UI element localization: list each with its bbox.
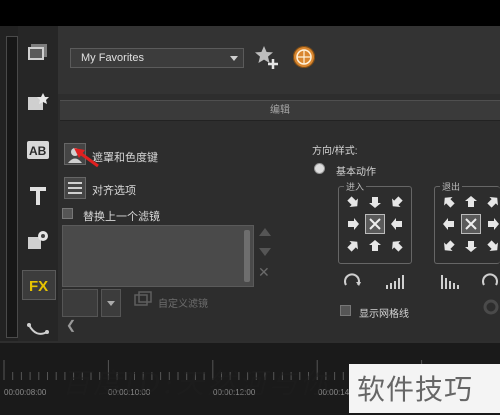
enter-e-arrow-icon[interactable]: [387, 214, 407, 234]
svg-text:FX: FX: [29, 278, 48, 294]
direction-style-label: 方向/样式:: [312, 146, 358, 157]
edit-tab-label: 编辑: [270, 105, 290, 116]
enter-sw-arrow-icon[interactable]: [343, 236, 363, 256]
library-toolbar: AB FX: [18, 26, 58, 341]
remove-filter-icon[interactable]: ✕: [258, 264, 270, 281]
timestamp-0: 00:00:08:00: [4, 388, 47, 397]
enter-c-center-icon[interactable]: [365, 214, 385, 234]
preview-edge: [0, 26, 19, 341]
replace-filter-checkbox[interactable]: [62, 208, 73, 219]
enter-n-arrow-icon[interactable]: [365, 192, 385, 212]
show-grid-checkbox[interactable]: [340, 305, 351, 316]
red-arrow-icon: [74, 148, 99, 168]
fx-icon[interactable]: FX: [22, 270, 56, 300]
rotate-icon[interactable]: [343, 273, 363, 289]
star-add-icon[interactable]: [254, 44, 280, 70]
chevron-down-icon: [230, 56, 238, 61]
applied-filter-list[interactable]: [62, 225, 254, 287]
move-up-icon[interactable]: [259, 228, 271, 236]
edit-tab[interactable]: 编辑: [60, 100, 500, 121]
globe-icon[interactable]: [293, 46, 315, 68]
basic-motion-label: 基本动作: [336, 167, 376, 178]
custom-filter-icon[interactable]: [134, 291, 152, 309]
media-icon[interactable]: [22, 38, 54, 66]
list-scrollbar[interactable]: [244, 230, 250, 282]
watermark-baidu: 百度ID:天然河与你: [62, 367, 331, 400]
mask-chroma-label[interactable]: 遮罩和色度键: [92, 149, 158, 165]
custom-filter-label[interactable]: 自定义滤镜: [158, 295, 208, 310]
favorites-dropdown[interactable]: My Favorites: [70, 48, 244, 68]
transition-icon[interactable]: [22, 226, 54, 254]
preset-thumbnail[interactable]: [62, 289, 98, 317]
enter-s-arrow-icon[interactable]: [365, 236, 385, 256]
move-down-icon[interactable]: [259, 248, 271, 256]
settings-icon[interactable]: [482, 298, 500, 316]
rotate-exit-icon[interactable]: [481, 273, 499, 289]
path-icon[interactable]: [22, 316, 54, 344]
exit-sw-arrow-icon[interactable]: [439, 236, 459, 256]
speed-out-icon[interactable]: [440, 275, 460, 289]
enter-w-arrow-icon[interactable]: [343, 214, 363, 234]
replace-filter-label: 替换上一个滤镜: [83, 211, 160, 223]
exit-n-arrow-icon[interactable]: [461, 192, 481, 212]
preset-dropdown[interactable]: [101, 289, 121, 317]
title-template-icon[interactable]: AB: [22, 136, 54, 164]
enter-se-arrow-icon[interactable]: [387, 236, 407, 256]
basic-motion-radio[interactable]: [314, 163, 325, 174]
exit-ne-arrow-icon[interactable]: [483, 192, 500, 212]
svg-text:AB: AB: [29, 144, 47, 158]
text-icon[interactable]: [22, 182, 54, 210]
exit-nw-arrow-icon[interactable]: [439, 192, 459, 212]
chevron-left-icon[interactable]: ❮: [66, 318, 76, 332]
exit-s-arrow-icon[interactable]: [461, 236, 481, 256]
exit-se-arrow-icon[interactable]: [483, 236, 500, 256]
enter-nw-arrow-icon[interactable]: [343, 192, 363, 212]
instant-project-icon[interactable]: [22, 88, 54, 116]
align-icon[interactable]: [64, 177, 86, 199]
watermark-site: 软件技巧: [357, 374, 474, 405]
favorites-dropdown-value: My Favorites: [81, 52, 144, 64]
exit-e-arrow-icon[interactable]: [483, 214, 500, 234]
align-options-label[interactable]: 对齐选项: [92, 182, 136, 198]
exit-w-arrow-icon[interactable]: [439, 214, 459, 234]
speed-in-icon[interactable]: [385, 275, 405, 289]
exit-c-center-icon[interactable]: [461, 214, 481, 234]
enter-ne-arrow-icon[interactable]: [387, 192, 407, 212]
top-bar: [0, 0, 500, 26]
show-grid-label: 显示网格线: [359, 309, 409, 320]
